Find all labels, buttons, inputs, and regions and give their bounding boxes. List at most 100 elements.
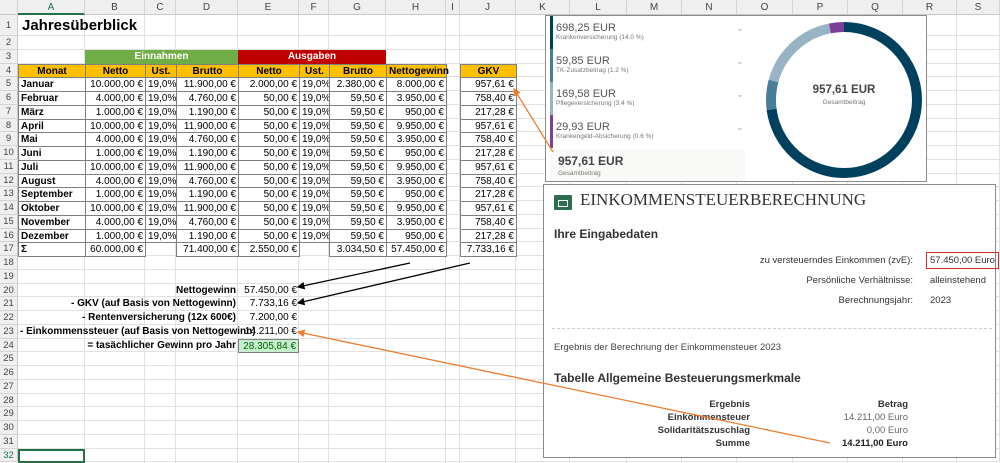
chevron-down-icon[interactable]: ⌄ (736, 89, 744, 100)
row-header-3[interactable]: 3 (0, 49, 18, 64)
table-cell-r14-8[interactable]: 957,61 € (460, 201, 517, 216)
table-cell-r14-6[interactable]: 59,50 € (329, 201, 387, 216)
row-header-23[interactable]: 23 (0, 324, 18, 339)
table-cell-r6-5[interactable]: 19,0% (299, 91, 330, 106)
table-cell-r5-4[interactable]: 2.000,00 € (238, 77, 300, 92)
table-cell-r13-3[interactable]: 1.190,00 € (176, 187, 239, 202)
table-cell-r10-1[interactable]: 1.000,00 € (85, 146, 146, 161)
column-header-A[interactable]: A (18, 0, 85, 15)
chevron-down-icon[interactable]: ⌄ (736, 56, 744, 67)
summary-value[interactable]: 28.305,84 € (238, 338, 299, 353)
table-cell-r10-3[interactable]: 1.190,00 € (176, 146, 239, 161)
table-cell-r9-4[interactable]: 50,00 € (238, 132, 300, 147)
row-header-16[interactable]: 16 (0, 228, 18, 243)
row-header-2[interactable]: 2 (0, 36, 18, 50)
table-cell-r14-0[interactable]: Oktober (18, 201, 86, 216)
table-cell-r10-6[interactable]: 59,50 € (329, 146, 387, 161)
table-cell-r5-6[interactable]: 2.380,00 € (329, 77, 387, 92)
table-cell-r16-6[interactable]: 59,50 € (329, 228, 387, 244)
table-cell-r14-1[interactable]: 10.000,00 € (85, 201, 146, 216)
column-header-D[interactable]: D (176, 0, 238, 15)
table-cell-r11-8[interactable]: 957,61 € (460, 159, 517, 175)
column-header-F[interactable]: F (299, 0, 329, 15)
table-cell-r6-3[interactable]: 4.760,00 € (176, 91, 239, 106)
table-cell-r9-0[interactable]: Mai (18, 132, 86, 147)
table-cell-r7-7[interactable]: 950,00 € (386, 104, 447, 120)
sum-cell-8[interactable]: 7.733,16 € (460, 242, 517, 257)
table-cell-r16-3[interactable]: 1.190,00 € (176, 228, 239, 244)
chevron-down-icon[interactable]: ⌄ (736, 122, 744, 133)
table-cell-r15-7[interactable]: 3.950,00 € (386, 214, 447, 230)
row-header-9[interactable]: 9 (0, 132, 18, 146)
table-cell-r11-0[interactable]: Juli (18, 159, 86, 175)
table-cell-r6-4[interactable]: 50,00 € (238, 91, 300, 106)
table-cell-r12-0[interactable]: August (18, 173, 86, 189)
table-cell-r14-7[interactable]: 9.950,00 € (386, 201, 447, 216)
column-header-C[interactable]: C (145, 0, 176, 15)
table-cell-r11-6[interactable]: 59,50 € (329, 159, 387, 175)
row-header-15[interactable]: 15 (0, 214, 18, 229)
table-cell-r11-2[interactable]: 19,0% (145, 159, 177, 175)
table-cell-r12-7[interactable]: 3.950,00 € (386, 173, 447, 189)
table-cell-r10-8[interactable]: 217,28 € (460, 146, 517, 161)
gkv-item[interactable]: 169,58 EUR Pflegeversicherung (3.4 %) ⌄ (556, 88, 746, 107)
table-cell-r13-0[interactable]: September (18, 187, 86, 202)
table-cell-r10-5[interactable]: 19,0% (299, 146, 330, 161)
summary-value[interactable]: 7.200,00 € (238, 311, 299, 325)
table-cell-r15-5[interactable]: 19,0% (299, 214, 330, 230)
table-cell-r11-5[interactable]: 19,0% (299, 159, 330, 175)
row-header-10[interactable]: 10 (0, 146, 18, 160)
table-cell-r5-1[interactable]: 10.000,00 € (85, 77, 146, 92)
sum-cell-6[interactable]: 3.034,50 € (329, 242, 387, 257)
table-cell-r6-1[interactable]: 4.000,00 € (85, 91, 146, 106)
row-header-25[interactable]: 25 (0, 352, 18, 366)
sum-cell-1[interactable]: 60.000,00 € (85, 242, 146, 257)
table-cell-r13-5[interactable]: 19,0% (299, 187, 330, 202)
table-cell-r7-6[interactable]: 59,50 € (329, 104, 387, 120)
table-cell-r10-0[interactable]: Juni (18, 146, 86, 161)
column-header-N[interactable]: N (682, 0, 737, 15)
table-cell-r10-7[interactable]: 950,00 € (386, 146, 447, 161)
table-cell-r8-4[interactable]: 50,00 € (238, 118, 300, 134)
table-cell-r16-5[interactable]: 19,0% (299, 228, 330, 244)
table-cell-r13-1[interactable]: 1.000,00 € (85, 187, 146, 202)
table-cell-r8-7[interactable]: 9.950,00 € (386, 118, 447, 134)
row-header-20[interactable]: 20 (0, 283, 18, 298)
table-cell-r7-8[interactable]: 217,28 € (460, 104, 517, 120)
column-header-K[interactable]: K (516, 0, 570, 15)
table-cell-r13-7[interactable]: 950,00 € (386, 187, 447, 202)
table-cell-r14-3[interactable]: 11.900,00 € (176, 201, 239, 216)
table-cell-r8-8[interactable]: 957,61 € (460, 118, 517, 134)
table-cell-r15-2[interactable]: 19,0% (145, 214, 177, 230)
table-cell-r6-8[interactable]: 758,40 € (460, 91, 517, 106)
table-cell-r15-0[interactable]: November (18, 214, 86, 230)
row-header-30[interactable]: 30 (0, 421, 18, 435)
table-cell-r6-7[interactable]: 3.950,00 € (386, 91, 447, 106)
summary-value[interactable]: 57.450,00 € (238, 284, 299, 298)
row-header-19[interactable]: 19 (0, 269, 18, 284)
table-cell-r11-4[interactable]: 50,00 € (238, 159, 300, 175)
table-cell-r9-8[interactable]: 758,40 € (460, 132, 517, 147)
table-cell-r13-8[interactable]: 217,28 € (460, 187, 517, 202)
column-header-P[interactable]: P (793, 0, 848, 15)
column-header-G[interactable]: G (329, 0, 386, 15)
table-cell-r13-6[interactable]: 59,50 € (329, 187, 387, 202)
table-cell-r9-1[interactable]: 4.000,00 € (85, 132, 146, 147)
table-cell-r5-7[interactable]: 8.000,00 € (386, 77, 447, 92)
table-cell-r12-5[interactable]: 19,0% (299, 173, 330, 189)
table-cell-r15-8[interactable]: 758,40 € (460, 214, 517, 230)
table-cell-r7-0[interactable]: März (18, 104, 86, 120)
gkv-item[interactable]: 698,25 EUR Krankenversicherung (14.0 %) … (556, 22, 746, 41)
column-header-B[interactable]: B (85, 0, 145, 15)
column-header-J[interactable]: J (460, 0, 516, 15)
table-cell-r9-5[interactable]: 19,0% (299, 132, 330, 147)
row-header-13[interactable]: 13 (0, 187, 18, 201)
table-cell-r14-5[interactable]: 19,0% (299, 201, 330, 216)
table-cell-r8-6[interactable]: 59,50 € (329, 118, 387, 134)
table-cell-r6-2[interactable]: 19,0% (145, 91, 177, 106)
table-cell-r11-1[interactable]: 10.000,00 € (85, 159, 146, 175)
row-header-22[interactable]: 22 (0, 311, 18, 325)
table-cell-r9-3[interactable]: 4.760,00 € (176, 132, 239, 147)
row-header-21[interactable]: 21 (0, 297, 18, 311)
table-cell-r14-4[interactable]: 50,00 € (238, 201, 300, 216)
